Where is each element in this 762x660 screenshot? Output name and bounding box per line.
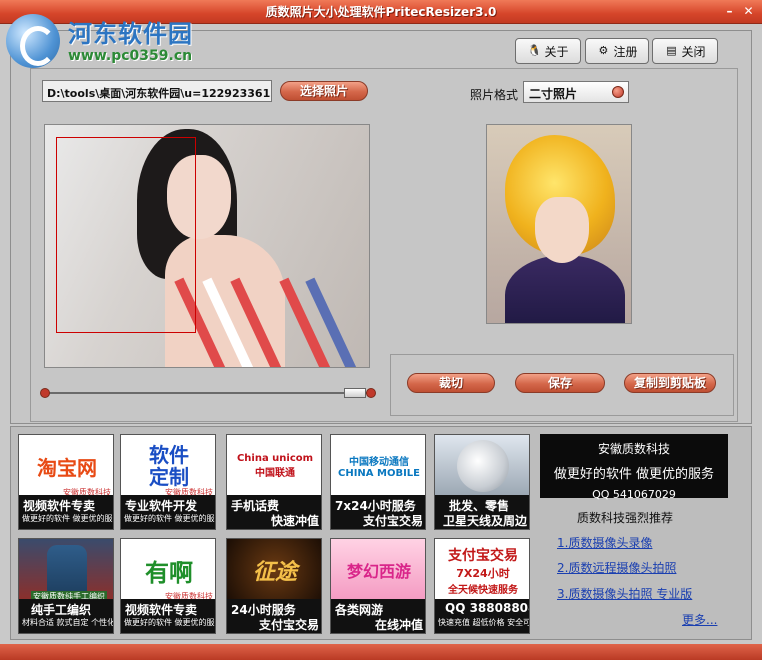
recommend-title: 质数科技强烈推荐 xyxy=(577,511,674,525)
ad-tile-zhengtu[interactable]: 征途 24小时服务 支付宝交易 xyxy=(226,538,322,634)
tile-caption: 24小时服务 支付宝交易 xyxy=(227,599,321,633)
tile-caption: 专业软件开发 做更好的软件 做更优的服务 xyxy=(121,495,216,529)
copy-clipboard-button[interactable]: 复制到剪贴板 xyxy=(624,373,716,393)
about-label: 关于 xyxy=(544,44,569,59)
tile-caption-sub: 在线冲值 xyxy=(374,618,423,632)
satellite-dish-icon xyxy=(457,440,509,492)
preview-image xyxy=(486,124,632,324)
tile-caption: 手机话费 快速冲值 xyxy=(227,495,321,529)
sweater-icon xyxy=(47,545,87,595)
close-label: 关闭 xyxy=(681,44,706,59)
exit-icon: ▤ xyxy=(666,44,677,57)
tile-logo: China unicom 中国联通 xyxy=(236,453,314,479)
close-button[interactable]: ▤ 关闭 xyxy=(652,38,718,64)
tile-caption-main: 纯手工编织 xyxy=(31,603,92,617)
tile-caption-small: 快速充值 超低价格 安全可靠 xyxy=(438,618,530,627)
logo-icon xyxy=(6,14,60,68)
tile-logo: 支付宝交易 7X24小时 全天候快速服务 xyxy=(435,539,529,601)
about-button[interactable]: 🐧 关于 xyxy=(515,38,581,64)
choose-photo-button[interactable]: 选择照片 xyxy=(280,81,368,101)
logo: 河东软件园 www.pc0359.cn xyxy=(6,6,226,70)
ad-tile-china-mobile[interactable]: 中国移动通信 CHINA MOBILE 7x24小时服务 支付宝交易 xyxy=(330,434,426,530)
tile-caption-main: 专业软件开发 xyxy=(125,499,198,513)
more-link[interactable]: 更多... xyxy=(682,611,717,628)
tile-caption-small: 做更好的软件 做更优的服务 xyxy=(124,618,216,627)
photo-stripe xyxy=(279,277,331,367)
ad-tile-knitting[interactable]: 安徽质数纯手工编织 纯手工编织 材料合适 款式自定 个性化 xyxy=(18,538,114,634)
zoom-slider[interactable] xyxy=(40,387,376,399)
tile-logo: 梦幻西游 xyxy=(331,539,425,601)
slider-track xyxy=(46,392,370,394)
recommend-link-2[interactable]: 2.质数远程摄像头拍照 xyxy=(557,559,676,576)
tile-caption: 视频软件专卖 做更好的软件 做更优的服务 xyxy=(121,599,216,633)
tile-logo-line1: 支付宝交易 xyxy=(448,547,518,564)
tile-caption-main: 视频软件专卖 xyxy=(23,499,96,513)
tile-caption: QQ 38808808 快速充值 超低价格 安全可靠 xyxy=(435,599,530,633)
tile-caption-sub: 支付宝交易 xyxy=(258,618,319,632)
format-label: 照片格式 xyxy=(470,88,519,102)
tile-caption-small: 材料合适 款式自定 个性化 xyxy=(22,618,114,627)
crop-button[interactable]: 裁切 xyxy=(407,373,495,393)
logo-name: 河东软件园 xyxy=(68,20,193,48)
tile-logo: 征途 xyxy=(227,539,321,601)
company-banner[interactable]: 安徽质数科技 做更好的软件 做更优的服务 QQ 541067029 xyxy=(540,434,728,501)
ad-tile-unicom[interactable]: China unicom 中国联通 手机话费 快速冲值 xyxy=(226,434,322,530)
slider-max-dot xyxy=(366,388,376,398)
logo-url: www.pc0359.cn xyxy=(68,48,193,64)
slider-thumb[interactable] xyxy=(344,388,366,398)
register-label: 注册 xyxy=(613,44,638,59)
company-name: 安徽质数科技 xyxy=(597,442,670,456)
tile-logo-line3: 全天候快速服务 xyxy=(448,584,518,596)
tile-logo: 中国移动通信 CHINA MOBILE xyxy=(337,457,421,479)
crop-frame[interactable] xyxy=(56,137,196,333)
tile-caption: 各类网游 在线冲值 xyxy=(331,599,425,633)
tile-caption: 批发、零售 卫星天线及周边 xyxy=(435,495,529,529)
register-icon: ⚙ xyxy=(598,44,609,57)
preview-face xyxy=(535,197,589,263)
tile-caption-sub: 快速冲值 xyxy=(270,514,319,528)
save-button[interactable]: 保存 xyxy=(515,373,605,393)
recommend-link-3[interactable]: 3.质数摄像头拍照 专业版 xyxy=(557,585,692,602)
tile-caption-main: QQ 38808808 xyxy=(445,601,530,615)
ad-tile-youa[interactable]: 有啊 安徽质数科技 视频软件专卖 做更好的软件 做更优的服务 xyxy=(120,538,216,634)
ad-tile-alipay[interactable]: 支付宝交易 7X24小时 全天候快速服务 QQ 38808808 快速充值 超低… xyxy=(434,538,530,634)
ad-tile-taobao[interactable]: 淘宝网 安徽质数科技 视频软件专卖 做更好的软件 做更优的服务 xyxy=(18,434,114,530)
tile-caption-sub: 支付宝交易 xyxy=(362,514,423,528)
tile-caption-main: 视频软件专卖 xyxy=(125,603,198,617)
minimize-button[interactable]: – xyxy=(722,4,737,19)
tile-caption-sub: 卫星天线及周边 xyxy=(442,514,527,528)
close-window-button[interactable]: ✕ xyxy=(741,4,756,19)
ad-tile-menghuan[interactable]: 梦幻西游 各类网游 在线冲值 xyxy=(330,538,426,634)
tile-logo-line2: 7X24小时 xyxy=(456,566,510,580)
penguin-icon: 🐧 xyxy=(527,44,542,57)
dropdown-icon[interactable] xyxy=(612,86,624,98)
ad-tile-custom-software[interactable]: 软件 定制 安徽质数科技 专业软件开发 做更好的软件 做更优的服务 xyxy=(120,434,216,530)
ad-tile-satellite[interactable]: 批发、零售 卫星天线及周边 xyxy=(434,434,530,530)
tile-caption-small: 做更好的软件 做更优的服务 xyxy=(124,514,216,523)
tile-caption-small: 做更好的软件 做更优的服务 xyxy=(22,514,114,523)
register-button[interactable]: ⚙ 注册 xyxy=(585,38,649,64)
tile-image xyxy=(435,435,529,497)
slider-min-dot xyxy=(40,388,50,398)
format-select[interactable]: 二寸照片 xyxy=(523,81,629,103)
company-slogan: 做更好的软件 做更优的服务 xyxy=(553,467,715,482)
format-selected-value: 二寸照片 xyxy=(529,87,578,101)
file-path-field[interactable]: D:\tools\桌面\河东软件园\u=1229233613, xyxy=(42,80,272,102)
status-bar xyxy=(0,644,762,660)
tile-caption: 纯手工编织 材料合适 款式自定 个性化 xyxy=(19,599,114,633)
tile-caption: 视频软件专卖 做更好的软件 做更优的服务 xyxy=(19,495,114,529)
company-qq: QQ 541067029 xyxy=(592,488,676,501)
recommend-link-1[interactable]: 1.质数摄像头录像 xyxy=(557,534,652,551)
tile-caption: 7x24小时服务 支付宝交易 xyxy=(331,495,425,529)
